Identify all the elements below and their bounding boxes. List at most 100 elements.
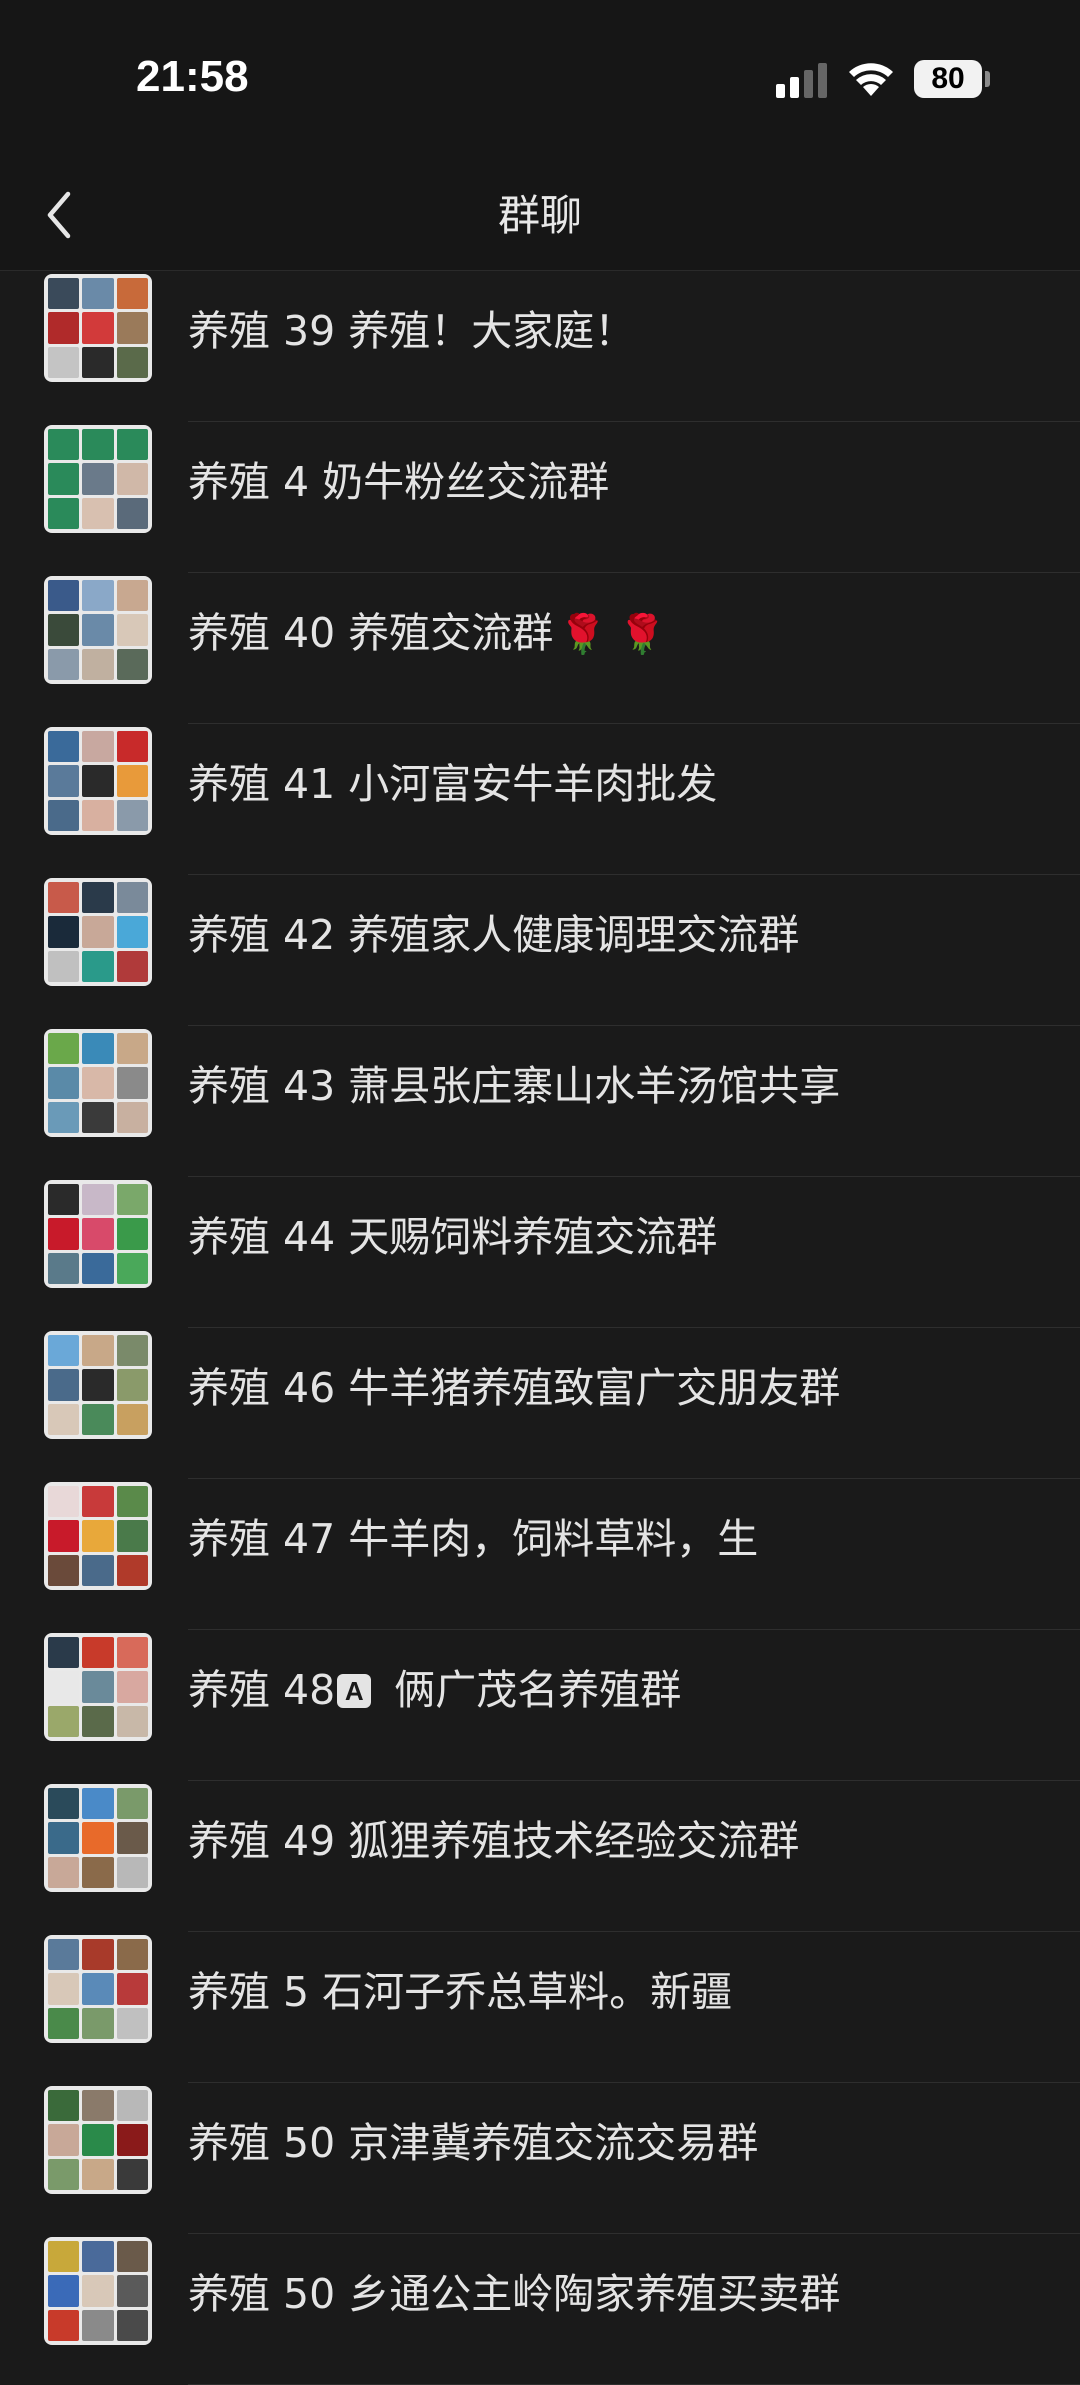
avatar-tile [116,346,148,378]
group-name-text: 养殖 50 乡通公主岭陶家养殖买卖群 [188,2270,841,2318]
avatar-tile [116,1486,148,1518]
avatar-tile [48,614,80,646]
avatar-tile [48,1033,80,1065]
group-row[interactable]: 养殖 40 养殖交流群 🌹 🌹 [0,573,1080,724]
avatar-tile [116,497,148,529]
group-row[interactable]: 养殖 47 牛羊肉，饲料草料，生 [0,1479,1080,1630]
avatar-tile [116,429,148,461]
group-name-suffix: 俩广茂名养殖群 [381,1666,682,1714]
avatar-tile [82,1335,114,1367]
group-avatar [44,576,152,684]
avatar-tile [116,614,148,646]
group-row[interactable]: 养殖 43 萧县张庄寨山水羊汤馆共享 [0,1026,1080,1177]
avatar-tile [116,1184,148,1216]
avatar-tile [48,1554,80,1586]
group-row[interactable]: 养殖 44 天赐饲料养殖交流群 [0,1177,1080,1328]
avatar-tile [116,1939,148,1971]
nav-bar: 群聊 [0,160,1080,271]
avatar-tile [82,882,114,914]
group-row[interactable]: 养殖 5 石河子乔总草料。新疆 [0,1932,1080,2083]
avatar-tile [48,1705,80,1737]
avatar-tile [48,2241,80,2273]
avatar-tile [116,1067,148,1099]
group-row[interactable]: 养殖 49 狐狸养殖技术经验交流群 [0,1781,1080,1932]
group-name-text: 养殖 46 牛羊猪养殖致富广交朋友群 [188,1364,841,1412]
group-name-text: 养殖 39 养殖！大家庭！ [188,307,636,355]
avatar-tile [116,1671,148,1703]
group-row[interactable]: 养殖 46 牛羊猪养殖致富广交朋友群 [0,1328,1080,1479]
avatar-tile [116,1637,148,1669]
group-row[interactable]: 养殖 39 养殖！大家庭！ [0,271,1080,422]
avatar-tile [48,648,80,680]
group-row[interactable]: 养殖 48 A 俩广茂名养殖群 [0,1630,1080,1781]
avatar-tile [82,1218,114,1250]
group-row[interactable]: 养殖 42 养殖家人健康调理交流群 [0,875,1080,1026]
group-name-text: 养殖 43 萧县张庄寨山水羊汤馆共享 [188,1062,841,1110]
group-avatar [44,727,152,835]
avatar-tile [48,1520,80,1552]
avatar-tile [48,1335,80,1367]
group-name-text: 养殖 49 狐狸养殖技术经验交流群 [188,1817,800,1865]
status-time: 21:58 [136,52,249,101]
avatar-tile [116,463,148,495]
avatar-tile [116,1033,148,1065]
avatar-tile [116,580,148,612]
group-avatar [44,274,152,382]
group-name-text: 养殖 48 [188,1666,336,1714]
group-row[interactable]: 养殖 50 京津冀养殖交流交易群 [0,2083,1080,2234]
group-name: 养殖 42 养殖家人健康调理交流群 [188,901,799,961]
avatar-tile [82,1520,114,1552]
group-row[interactable]: 养殖 41 小河富安牛羊肉批发 [0,724,1080,875]
avatar-tile [48,2275,80,2307]
avatar-tile [116,882,148,914]
status-bar: 21:58 80 [0,0,1080,160]
avatar-tile [48,312,80,344]
avatar-tile [48,429,80,461]
battery-icon: 80 [914,60,982,98]
wifi-icon [849,63,893,96]
avatar-tile [48,497,80,529]
group-name-text: 养殖 44 天赐饲料养殖交流群 [188,1213,718,1261]
avatar-tile [48,2090,80,2122]
avatar-tile [48,1218,80,1250]
group-name-text: 养殖 47 牛羊肉，饲料草料，生 [188,1515,759,1563]
avatar-tile [82,731,114,763]
group-name: 养殖 4 奶牛粉丝交流群 [188,448,609,508]
avatar-tile [82,1939,114,1971]
avatar-tile [48,2309,80,2341]
avatar-tile [82,580,114,612]
group-name: 养殖 39 养殖！大家庭！ [188,297,635,357]
avatar-tile [116,1554,148,1586]
avatar-tile [116,648,148,680]
avatar-tile [82,1369,114,1401]
avatar-tile [48,1184,80,1216]
avatar-tile [116,1822,148,1854]
avatar-tile [82,1637,114,1669]
avatar-tile [82,2309,114,2341]
avatar-tile [48,1973,80,2005]
avatar-tile [82,1856,114,1888]
group-row[interactable]: 养殖 4 奶牛粉丝交流群 [0,422,1080,573]
avatar-tile [82,1184,114,1216]
group-avatar [44,2086,152,2194]
avatar-tile [116,2309,148,2341]
avatar-tile [82,312,114,344]
avatar-tile [116,916,148,948]
avatar-tile [48,950,80,982]
avatar-tile [82,1486,114,1518]
group-avatar [44,2237,152,2345]
avatar-tile [116,1973,148,2005]
group-avatar [44,1029,152,1137]
avatar-tile [82,1033,114,1065]
group-row[interactable]: 养殖 50 乡通公主岭陶家养殖买卖群 [0,2234,1080,2385]
avatar-tile [82,1788,114,1820]
group-name-text: 养殖 5 石河子乔总草料。新疆 [188,1968,733,2016]
avatar-tile [82,614,114,646]
avatar-tile [82,463,114,495]
avatar-tile [116,312,148,344]
group-name: 养殖 48 A 俩广茂名养殖群 [188,1656,681,1716]
avatar-tile [82,648,114,680]
avatar-tile [48,1252,80,1284]
avatar-tile [116,1335,148,1367]
avatar-tile [82,1554,114,1586]
